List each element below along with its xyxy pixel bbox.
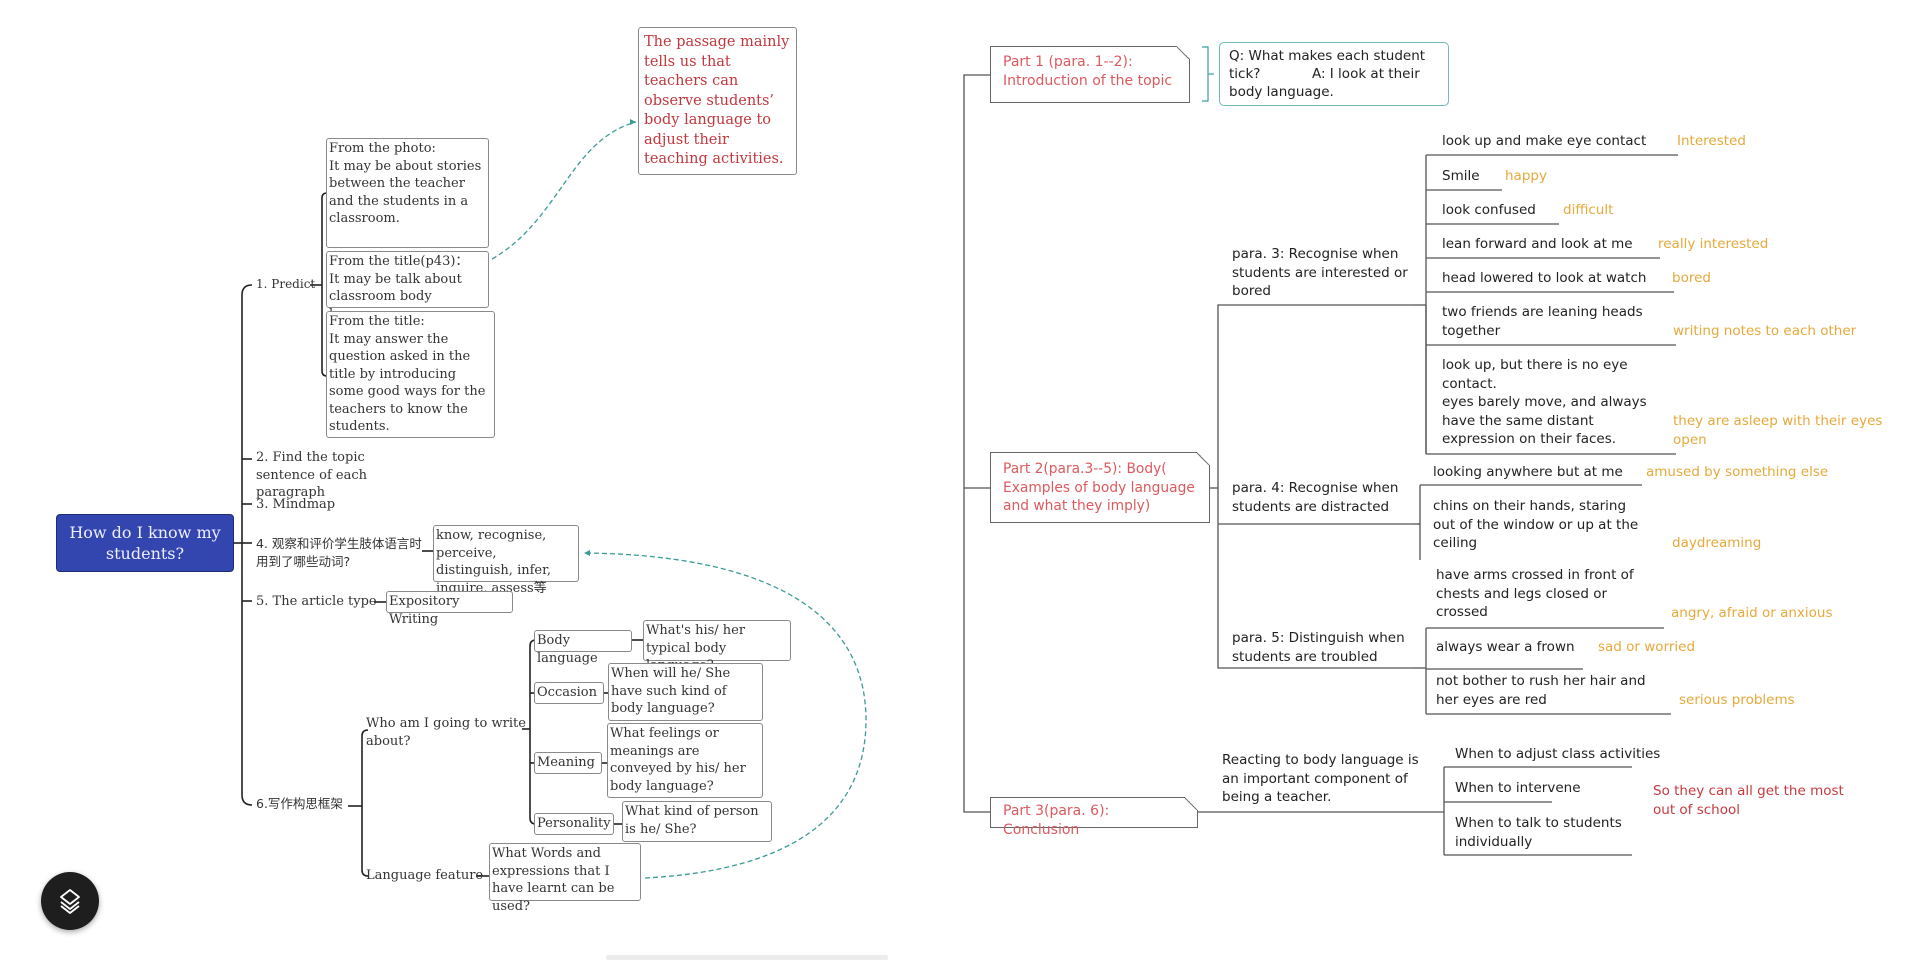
cue-item[interactable]: two friends are leaning heads together [1442, 303, 1652, 340]
predict-note-title-p43[interactable]: From the title(p43)： It may be talk abou… [326, 251, 489, 322]
cue-item[interactable]: head lowered to look at watch [1442, 269, 1646, 288]
meaning-item: bored [1672, 270, 1711, 286]
root-label: How do I know my students? [69, 523, 221, 563]
meaning-item: daydreaming [1672, 535, 1762, 551]
meaning-item: happy [1505, 168, 1547, 184]
question-personality[interactable]: What kind of person is he/ She? [622, 801, 772, 842]
language-feature-node[interactable]: Language feature [366, 867, 483, 885]
cue-item[interactable]: looking anywhere but at me [1433, 463, 1623, 482]
question-body-language[interactable]: What's his/ her typical body language? [643, 620, 791, 673]
cue-item[interactable]: not bother to rush her hair and her eyes… [1436, 672, 1666, 709]
question-occasion[interactable]: When will he/ She have such kind of body… [608, 663, 763, 721]
conclusion-item[interactable]: When to intervene [1455, 779, 1581, 798]
item-meaning[interactable]: Meaning [534, 752, 602, 774]
horizontal-scrollbar[interactable] [606, 955, 888, 960]
conclusion-item[interactable]: When to adjust class activities [1455, 745, 1660, 764]
meaning-item: sad or worried [1598, 639, 1696, 655]
cue-item[interactable]: look confused [1442, 201, 1536, 220]
verbs-answer[interactable]: know, recognise, perceive, distinguish, … [433, 525, 579, 596]
part2-node[interactable]: Part 2(para.3--5): Body( Examples of bod… [990, 452, 1210, 523]
summary-note[interactable]: The passage mainly tells us that teacher… [638, 27, 797, 175]
branch-topic-sentence[interactable]: 2. Find the topic sentence of each parag… [256, 449, 426, 502]
meaning-item: amused by something else [1646, 464, 1829, 480]
branch-mindmap[interactable]: 3. Mindmap [256, 496, 335, 514]
link-predict-to-summary [491, 121, 637, 260]
layers-button[interactable] [41, 872, 99, 930]
branch-predict[interactable]: 1. Predict [256, 276, 315, 294]
branch-article-type[interactable]: 5. The article type [256, 593, 377, 611]
part3-statement[interactable]: Reacting to body language is an importan… [1222, 751, 1428, 807]
part1-qa-note[interactable]: Q: What makes each student tick? A: I lo… [1219, 42, 1449, 106]
cue-item[interactable]: chins on their hands, staring out of the… [1433, 497, 1643, 553]
cue-item[interactable]: have arms crossed in front of chests and… [1436, 566, 1646, 622]
meaning-item: difficult [1563, 202, 1614, 218]
layers-icon [60, 889, 80, 914]
part1-node[interactable]: Part 1 (para. 1--2): Introduction of the… [990, 46, 1190, 103]
branch-writing-frame[interactable]: 6.写作构思框架 [256, 795, 343, 813]
who-node[interactable]: Who am I going to write about? [366, 715, 526, 750]
cue-item[interactable]: always wear a frown [1436, 638, 1575, 657]
para4-node[interactable]: para. 4: Recognise when students are dis… [1232, 479, 1414, 516]
meaning-item: really interested [1658, 236, 1769, 252]
question-meaning[interactable]: What feelings or meanings are conveyed b… [607, 723, 763, 798]
meaning-item: writing notes to each other [1673, 323, 1857, 339]
meaning-item: serious problems [1679, 692, 1795, 708]
root-node[interactable]: How do I know my students? [56, 514, 234, 572]
article-type-answer[interactable]: Expository Writing [386, 591, 513, 627]
cue-item[interactable]: Smile [1442, 167, 1480, 186]
conclusion-item[interactable]: When to talk to students individually [1455, 814, 1655, 851]
cue-item[interactable]: look up and make eye contact [1442, 132, 1646, 151]
item-personality[interactable]: Personality [534, 813, 614, 835]
meaning-item: they are asleep with their eyes open [1673, 413, 1883, 448]
item-body-language[interactable]: Body language [534, 630, 632, 666]
para3-node[interactable]: para. 3: Recognise when students are int… [1232, 245, 1414, 301]
branch-verbs[interactable]: 4. 观察和评价学生肢体语言时用到了哪些动词? [256, 535, 426, 570]
meaning-item: angry, afraid or anxious [1671, 605, 1833, 621]
part3-node[interactable]: Part 3(para. 6): Conclusion [990, 797, 1198, 838]
part3-outcome: So they can all get the most out of scho… [1653, 783, 1844, 818]
cue-item[interactable]: lean forward and look at me [1442, 235, 1633, 254]
meaning-item: Interested [1677, 133, 1746, 149]
question-language-feature[interactable]: What Words and expressions that I have l… [489, 843, 641, 914]
predict-note-title[interactable]: From the title: It may answer the questi… [326, 311, 495, 438]
predict-note-photo[interactable]: From the photo: It may be about stories … [326, 138, 489, 248]
item-occasion[interactable]: Occasion [534, 682, 604, 704]
cue-item[interactable]: look up, but there is no eye contact. ey… [1442, 356, 1652, 449]
para5-node[interactable]: para. 5: Distinguish when students are t… [1232, 629, 1414, 666]
